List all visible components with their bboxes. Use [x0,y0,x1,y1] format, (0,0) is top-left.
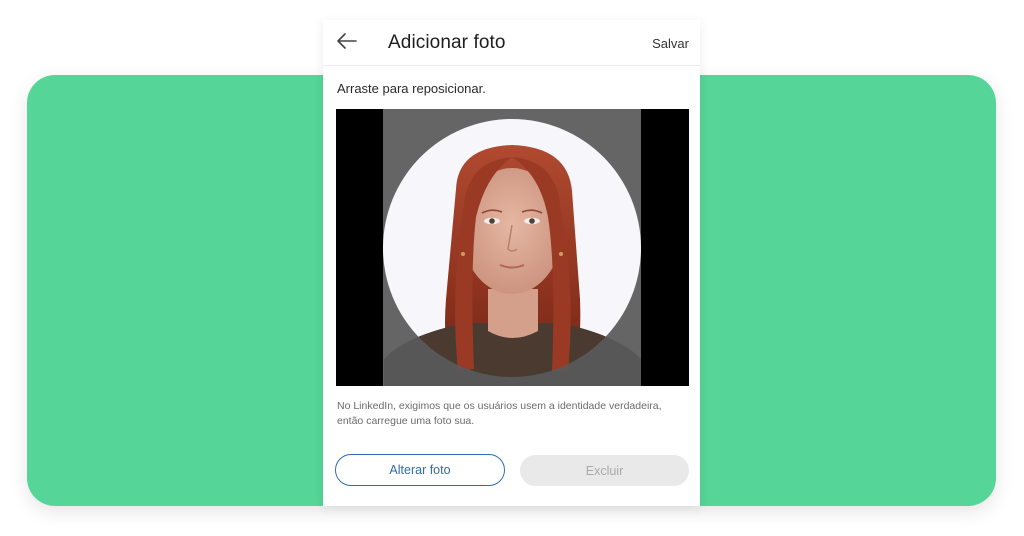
info-text-line: então carregue uma foto sua. [337,415,475,427]
dialog-title: Adicionar foto [388,32,506,53]
arrow-left-icon [337,33,357,49]
back-button[interactable] [335,30,359,52]
identity-info: No LinkedIn, exigimos que os usuários us… [337,399,692,429]
save-button[interactable]: Salvar [652,36,689,51]
photo-crop-area[interactable] [336,109,689,386]
add-photo-dialog: Adicionar foto Salvar Arraste para repos… [323,20,700,506]
delete-photo-button[interactable]: Excluir [520,455,689,486]
reposition-instruction: Arraste para reposicionar. [337,81,486,96]
dialog-header: Adicionar foto Salvar [323,20,700,66]
change-photo-button[interactable]: Alterar foto [335,454,505,486]
profile-photo [383,109,641,386]
info-text-line: No LinkedIn, exigimos que os usuários us… [337,400,662,412]
